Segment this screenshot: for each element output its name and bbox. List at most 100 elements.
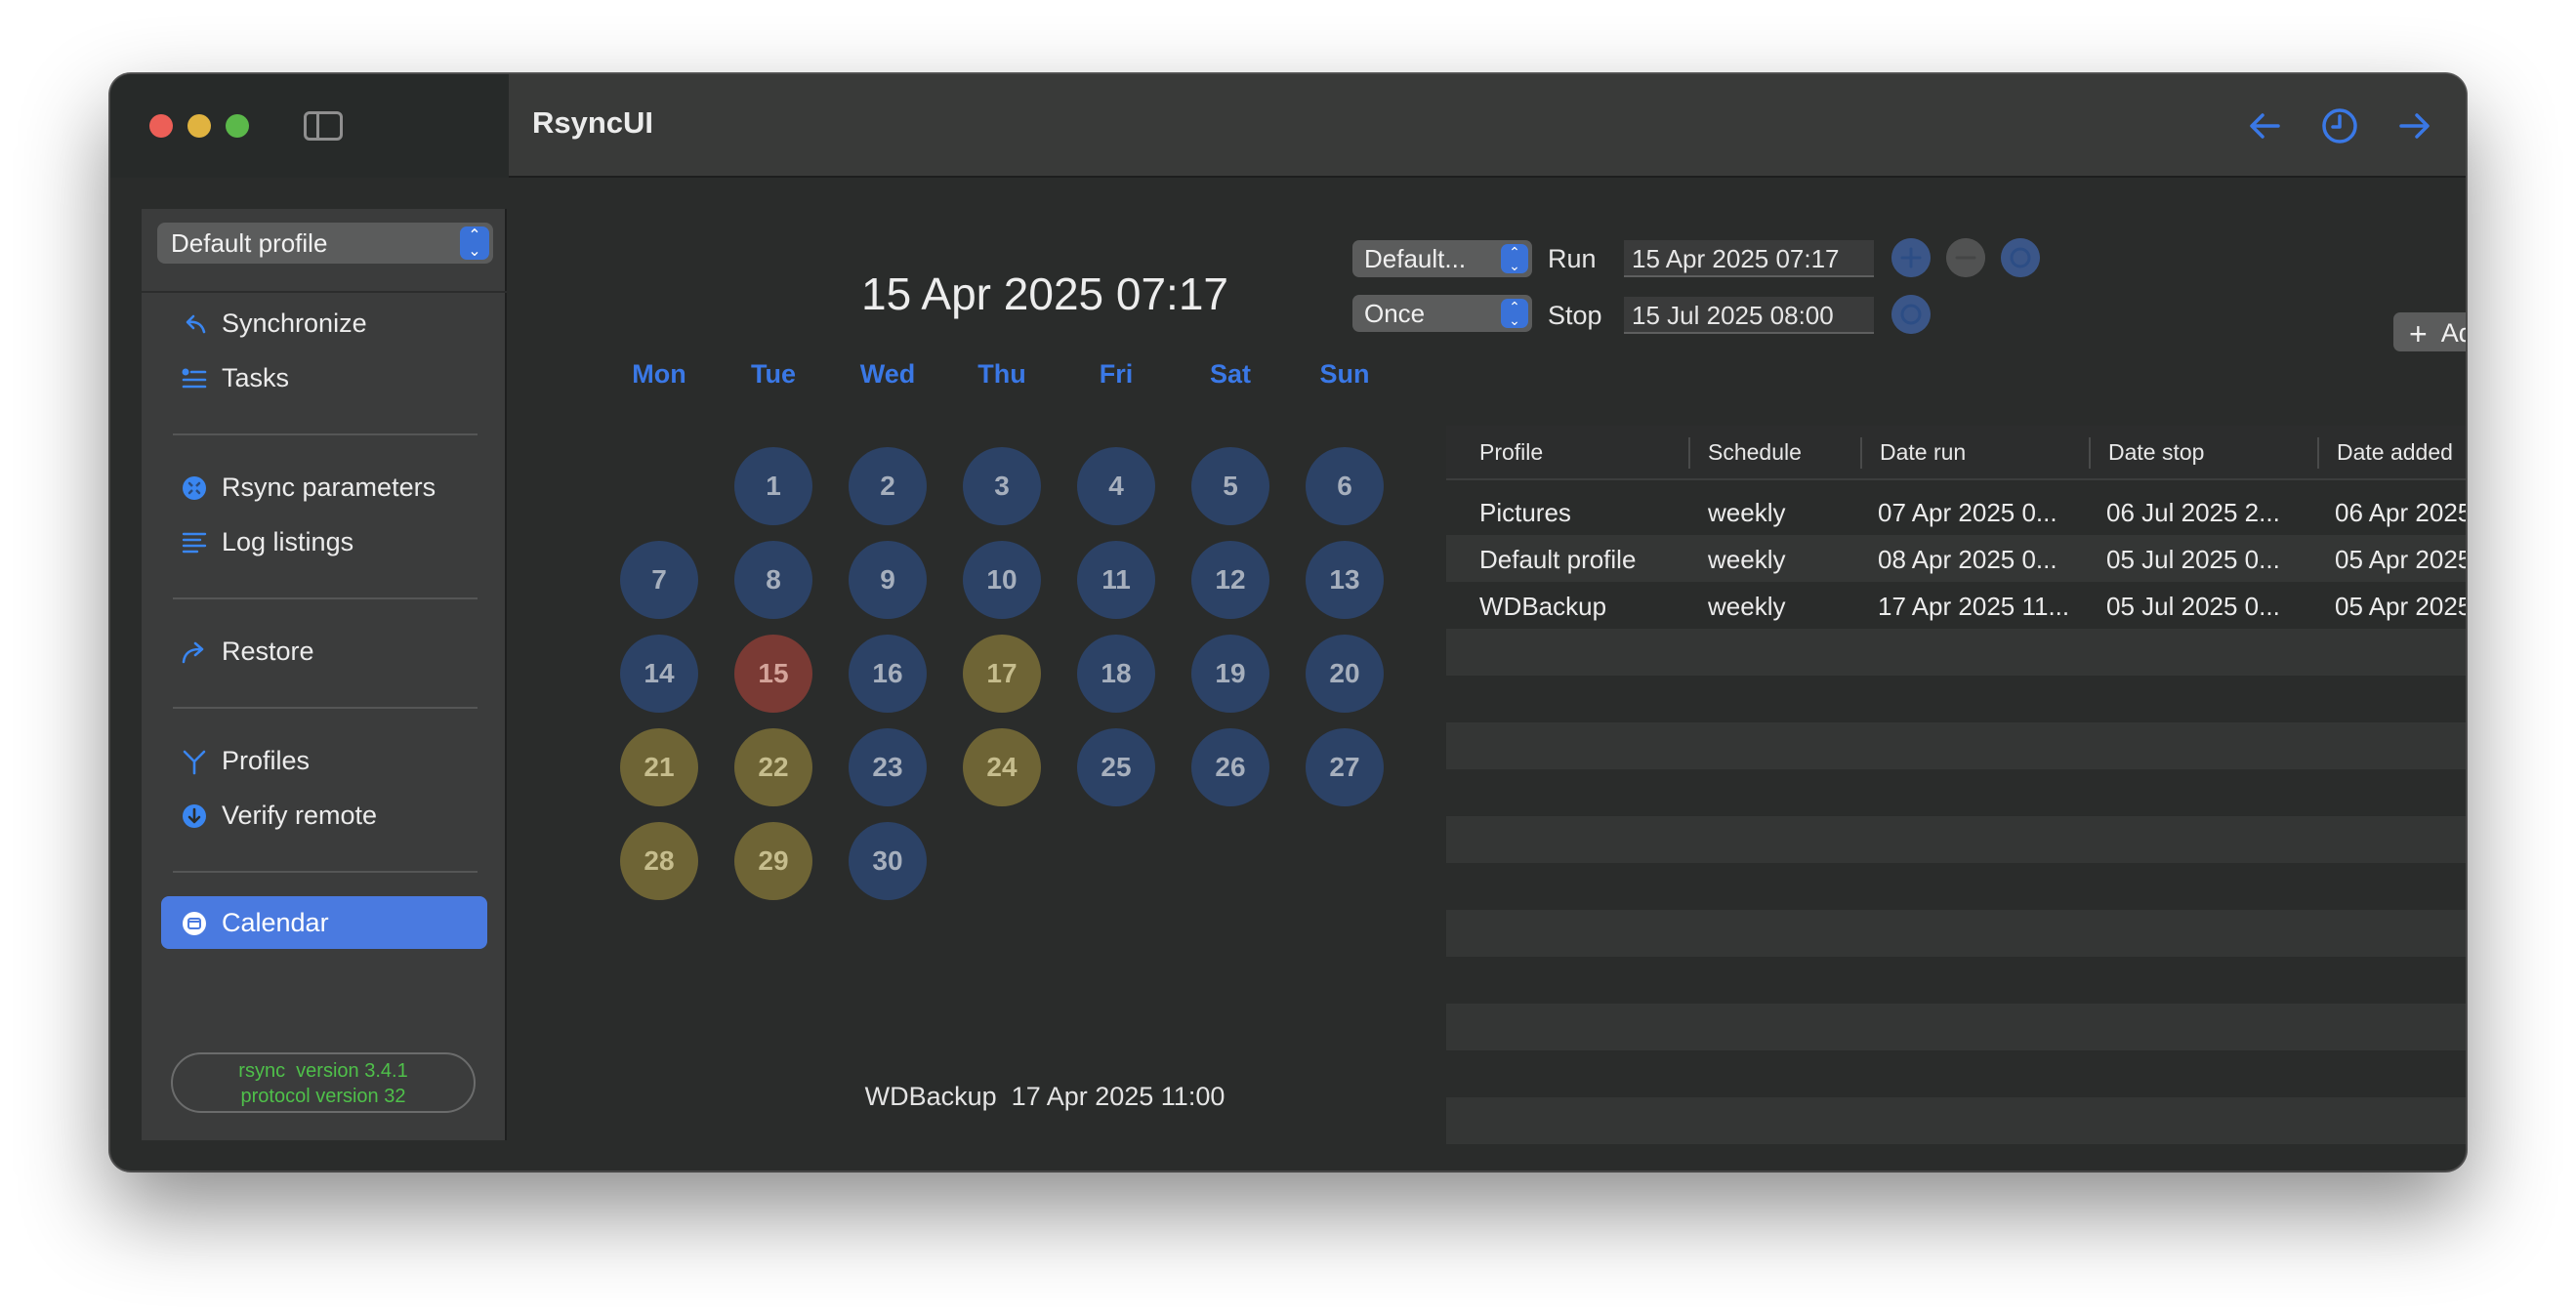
sidebar-item-synchronize[interactable]: Synchronize [161,297,487,350]
table-row[interactable]: WDBackup weekly 17 Apr 2025 11... 05 Jul 20… [1446,582,2466,629]
app-title: RsyncUI [532,105,654,140]
calendar-day[interactable]: 1 [734,447,812,525]
calendar-day[interactable]: 6 [1306,447,1384,525]
column-divider[interactable] [1688,437,1690,469]
log-listings-icon [182,532,207,554]
sidebar-item-restore[interactable]: Restore [161,625,487,678]
calendar-day[interactable]: 15 [734,635,812,713]
calendar-day[interactable]: 17 [963,635,1041,713]
divider [173,707,478,709]
calendar-day[interactable]: 27 [1306,728,1384,806]
calendar-day[interactable]: 3 [963,447,1041,525]
profile-select[interactable]: Default profile ⌃ ⌄ [157,223,493,264]
sidebar-item-log-listings[interactable]: Log listings [161,515,487,568]
calendar-day[interactable]: 19 [1191,635,1269,713]
sidebar-item-rsync-parameters[interactable]: Rsync parameters [161,461,487,514]
table-cell: 06 Jul 2025 2... [2106,498,2280,527]
weekday-label: Fri [1099,359,1134,389]
tasks-icon [182,368,207,389]
stop-label: Stop [1548,301,1602,330]
calendar-day[interactable]: 10 [963,541,1041,619]
weekday-label: Tue [751,359,796,389]
calendar-day[interactable]: 24 [963,728,1041,806]
table-row [1446,816,2466,863]
divider [173,433,478,435]
column-header-date-run[interactable]: Date run [1880,439,1966,466]
calendar-day[interactable]: 21 [620,728,698,806]
calendar-day[interactable]: 12 [1191,541,1269,619]
calendar-day[interactable]: 22 [734,728,812,806]
calendar-day[interactable]: 11 [1077,541,1155,619]
sidebar-item-label: Calendar [222,908,329,937]
schedule-profile-select[interactable]: Default... ⌃ ⌄ [1352,240,1532,277]
decrement-date-button[interactable] [1946,238,1985,277]
divider [173,871,478,873]
calendar-day[interactable]: 29 [734,822,812,900]
clock-icon[interactable] [2317,103,2362,148]
next-scheduled-task: WDBackup 17 Apr 2025 11:00 [513,1082,1577,1112]
calendar-day[interactable]: 5 [1191,447,1269,525]
table-cell: 17 Apr 2025 11... [1878,592,2070,621]
profile-select-value: Default profile [171,228,328,258]
calendar-day[interactable]: 18 [1077,635,1155,713]
table-cell: weekly [1708,498,1786,527]
sidebar-item-label: Restore [222,637,314,666]
column-header-date-stop[interactable]: Date stop [2108,439,2204,466]
app-window: RsyncUI Default profile ⌃ ⌄ Synchronize T… [109,73,2467,1172]
sidebar-item-calendar[interactable]: Calendar [161,896,487,949]
table-row [1446,1004,2466,1050]
minimize-window-button[interactable] [187,114,211,138]
table-row [1446,863,2466,910]
stop-date-field[interactable]: 15 Jul 2025 08:00 [1624,297,1874,334]
calendar-day[interactable]: 26 [1191,728,1269,806]
divider [142,291,507,293]
table-row[interactable]: Pictures weekly 07 Apr 2025 0... 06 Jul 202… [1446,488,2466,535]
weekday-label: Sun [1319,359,1370,389]
calendar-day[interactable]: 7 [620,541,698,619]
calendar-day[interactable]: 13 [1306,541,1384,619]
frequency-select[interactable]: Once ⌃ ⌄ [1352,295,1532,332]
calendar-day[interactable]: 4 [1077,447,1155,525]
calendar-day[interactable]: 9 [849,541,927,619]
run-date-field[interactable]: 15 Apr 2025 07:17 [1624,240,1874,277]
reset-stop-date-icon[interactable] [1891,295,1931,334]
column-header-profile[interactable]: Profile [1479,439,1543,466]
calendar-day[interactable]: 8 [734,541,812,619]
schedule-profile-value: Default... [1364,244,1467,273]
sidebar-item-profiles[interactable]: Profiles [161,734,487,787]
sidebar-toggle-icon[interactable] [304,111,343,141]
column-divider[interactable] [1860,437,1862,469]
reset-run-date-icon[interactable] [2001,238,2040,277]
zoom-window-button[interactable] [226,114,249,138]
calendar-day[interactable]: 16 [849,635,927,713]
table-row[interactable]: Default profile weekly 08 Apr 2025 0... 05 … [1446,535,2466,582]
table-cell: 08 Apr 2025 0... [1878,545,2057,574]
weekday-label: Mon [632,359,686,389]
add-schedule-button[interactable]: + Add [2393,312,2466,351]
table-row [1446,957,2466,1004]
calendar-day[interactable]: 25 [1077,728,1155,806]
add-button-label: Add [2440,318,2466,348]
calendar-day[interactable]: 23 [849,728,927,806]
sidebar-item-verify-remote[interactable]: Verify remote [161,789,487,842]
increment-date-button[interactable] [1891,238,1931,277]
toolbar [509,74,2466,178]
calendar-day[interactable]: 14 [620,635,698,713]
column-header-date-added[interactable]: Date added [2337,439,2453,466]
table-row [1446,1144,2466,1171]
sidebar-item-label: Rsync parameters [222,473,436,502]
sidebar-item-tasks[interactable]: Tasks [161,351,487,404]
plus-icon: + [2409,316,2428,351]
column-header-schedule[interactable]: Schedule [1708,439,1802,466]
titlebar-sidebar-area [110,74,509,178]
column-divider[interactable] [2317,437,2319,469]
column-divider[interactable] [2089,437,2091,469]
close-window-button[interactable] [149,114,173,138]
calendar-day[interactable]: 2 [849,447,927,525]
back-arrow-icon[interactable] [2243,103,2288,148]
calendar-day[interactable]: 20 [1306,635,1384,713]
forward-arrow-icon[interactable] [2391,103,2436,148]
calendar-day[interactable]: 30 [849,822,927,900]
divider [173,597,478,599]
calendar-day[interactable]: 28 [620,822,698,900]
